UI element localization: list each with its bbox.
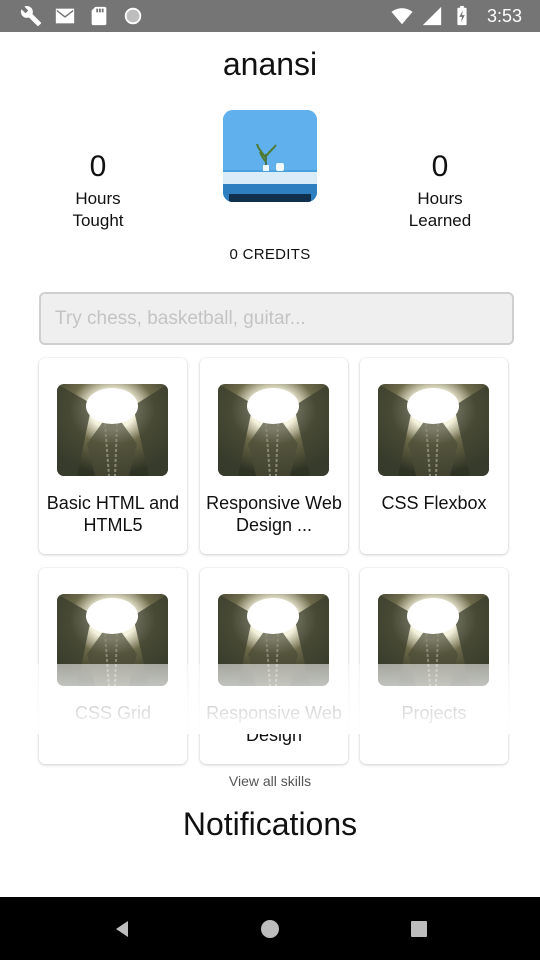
wrench-icon: [20, 6, 42, 27]
skill-thumbnail-image: [218, 384, 329, 476]
hours-learned-label: Hours Learned: [408, 189, 472, 230]
status-bar: 3:53: [0, 0, 540, 32]
skill-thumbnail: [218, 384, 329, 476]
hours-learned-stat: 0 Hours Learned: [380, 150, 500, 232]
skill-thumbnail: [218, 594, 329, 686]
skill-thumbnail-image: [218, 594, 329, 686]
hours-taught-label: Hours Tought: [72, 189, 124, 230]
skill-card[interactable]: Responsive Web Design ...: [200, 358, 348, 554]
skill-thumbnail: [57, 384, 168, 476]
signal-icon: [422, 6, 442, 26]
skill-thumbnail: [378, 384, 489, 476]
hours-taught-stat: 0 Hours Tought: [38, 150, 158, 232]
gmail-icon: [55, 8, 75, 24]
skill-thumbnail-image: [378, 594, 489, 686]
view-all-skills-link[interactable]: View all skills: [0, 773, 540, 789]
skill-card-title: Projects: [401, 703, 467, 723]
credits-count: 0 CREDITS: [229, 246, 311, 263]
clock: 3:53: [486, 5, 522, 26]
skill-thumbnail-image: [57, 594, 168, 686]
skill-card[interactable]: CSS Flexbox: [360, 358, 508, 554]
skill-card-title: Basic HTML and HTML5: [46, 493, 180, 535]
recents-icon[interactable]: [407, 917, 431, 941]
skill-thumbnail-image: [57, 384, 168, 476]
skill-card[interactable]: Responsive Web Design: [200, 568, 348, 764]
battery-charging-icon: [457, 5, 467, 26]
back-icon[interactable]: [110, 917, 134, 941]
home-icon[interactable]: [258, 917, 282, 941]
hours-taught-value: 0: [89, 150, 107, 183]
skill-card[interactable]: CSS Grid: [39, 568, 187, 764]
profile-photo-image: [223, 110, 317, 202]
profile-photo[interactable]: [223, 110, 317, 202]
username-title: anansi: [222, 46, 318, 82]
navigation-bar: [0, 897, 540, 960]
skill-thumbnail: [378, 594, 489, 686]
hours-learned-value: 0: [431, 150, 449, 183]
skill-thumbnail-image: [378, 384, 489, 476]
skill-card-title: CSS Grid: [74, 703, 152, 723]
skill-thumbnail: [57, 594, 168, 686]
skill-card[interactable]: Projects: [360, 568, 508, 764]
skill-card[interactable]: Basic HTML and HTML5: [39, 358, 187, 554]
skill-card-title: Responsive Web Design: [206, 703, 342, 745]
wifi-icon: [391, 8, 413, 25]
circle-icon: [124, 7, 142, 25]
sd-card-icon: [91, 6, 107, 26]
skill-card-title: Responsive Web Design ...: [206, 493, 342, 535]
skill-search-input[interactable]: [39, 292, 514, 345]
notifications-heading: Notifications: [182, 806, 358, 842]
skill-card-title: CSS Flexbox: [381, 493, 487, 513]
